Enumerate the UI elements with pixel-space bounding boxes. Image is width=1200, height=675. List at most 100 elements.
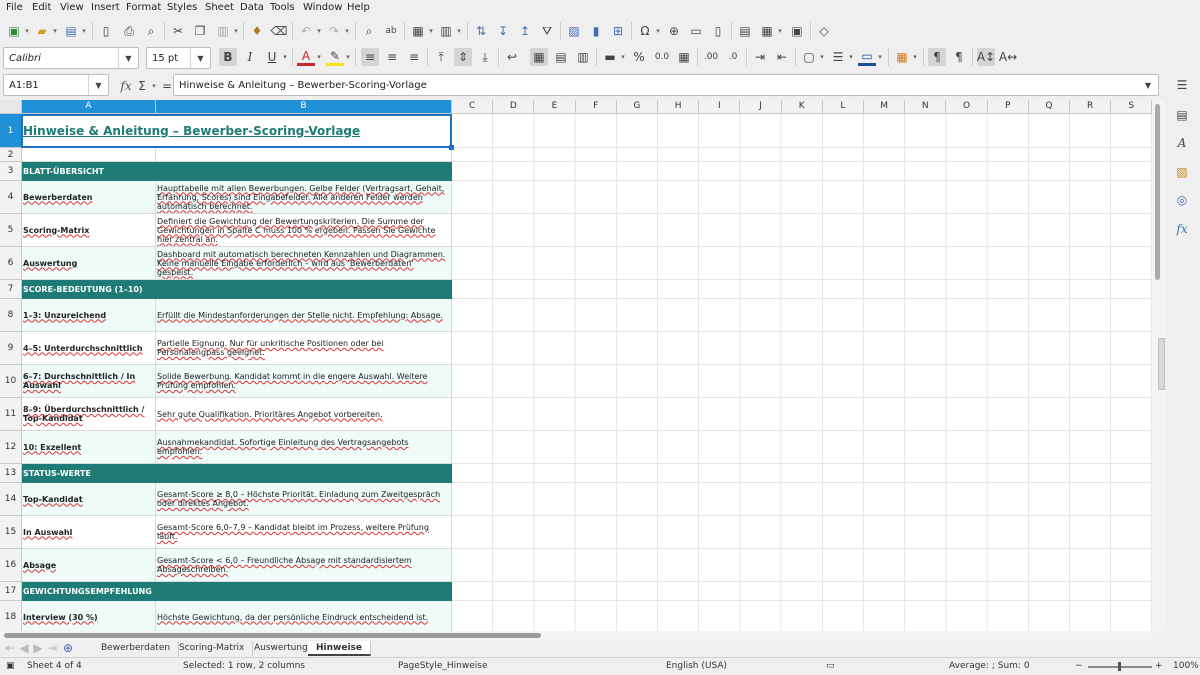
sum-icon[interactable]: Σ <box>133 77 151 95</box>
empty-cells[interactable] <box>452 114 1152 148</box>
column-header-n[interactable]: N <box>905 100 947 114</box>
font-color-icon[interactable]: A <box>297 48 315 66</box>
section-header[interactable]: SCORE-BEDEUTUNG (1–10) <box>22 280 156 299</box>
column-header-e[interactable]: E <box>534 100 576 114</box>
align-bottom-icon[interactable]: ⤓ <box>476 48 494 66</box>
zoom-in-icon[interactable]: + <box>1155 661 1163 671</box>
cell-label[interactable]: In Auswahl <box>22 516 156 549</box>
cell-label[interactable]: 4–5: Unterdurchschnittlich <box>22 332 156 365</box>
headers-footers-icon[interactable]: ▯ <box>709 22 727 40</box>
row-header[interactable]: 6 <box>0 247 22 280</box>
cell-description[interactable] <box>156 148 452 162</box>
increase-indent-icon[interactable]: ⇥ <box>751 48 769 66</box>
language[interactable]: English (USA) <box>666 661 727 671</box>
left-to-right-icon[interactable]: ¶ <box>928 48 946 66</box>
sort-ascending-icon[interactable]: ↧ <box>494 22 512 40</box>
sidebar-menu-icon[interactable]: ☰ <box>1173 76 1191 94</box>
row-header[interactable]: 12 <box>0 431 22 464</box>
menu-window[interactable]: Window <box>303 2 342 13</box>
comment-icon[interactable]: ▭ <box>687 22 705 40</box>
insert-chart-icon[interactable]: ▮ <box>587 22 605 40</box>
empty-cells[interactable] <box>452 148 1152 162</box>
print-icon[interactable]: ⎙ <box>120 22 138 40</box>
empty-cells[interactable] <box>452 365 1152 398</box>
cell-description[interactable] <box>156 464 452 483</box>
freeze-rows-columns-icon[interactable]: ▦ <box>758 22 776 40</box>
show-draw-functions-icon[interactable]: ◇ <box>815 22 833 40</box>
sheet-tab[interactable]: Auswertung <box>246 641 317 656</box>
empty-cells[interactable] <box>452 516 1152 549</box>
column-header-r[interactable]: R <box>1070 100 1112 114</box>
column-header-p[interactable]: P <box>987 100 1029 114</box>
row-header[interactable]: 4 <box>0 181 22 214</box>
paste-icon[interactable]: ▥ <box>214 22 232 40</box>
horizontal-scrollbar[interactable] <box>0 631 1152 640</box>
save-icon[interactable]: ▤ <box>62 22 80 40</box>
zoom-level[interactable]: 100% <box>1173 661 1199 671</box>
number-format-icon[interactable]: 0.0 <box>653 48 671 66</box>
section-header[interactable]: GEWICHTUNGSEMPFEHLUNG <box>22 582 156 601</box>
row-header[interactable]: 1 <box>0 114 22 148</box>
menu-insert[interactable]: Insert <box>91 2 120 13</box>
previous-sheet-icon[interactable]: ◀ <box>18 640 30 656</box>
cell-label[interactable]: Top-Kandidat <box>22 483 156 516</box>
currency-icon[interactable]: ▬ <box>601 48 619 66</box>
column-header-q[interactable]: Q <box>1028 100 1070 114</box>
align-right-icon[interactable]: ≡ <box>405 48 423 66</box>
cell-label[interactable]: Auswertung <box>22 247 156 280</box>
empty-cells[interactable] <box>452 431 1152 464</box>
clone-formatting-icon[interactable]: ♦ <box>248 22 266 40</box>
chevron-down-icon[interactable]: ▼ <box>190 48 210 68</box>
sort-descending-icon[interactable]: ↥ <box>516 22 534 40</box>
row-header[interactable]: 3 <box>0 162 22 181</box>
cell-description[interactable]: Höchste Gewichtung, da der persönliche E… <box>156 601 452 631</box>
row-header[interactable]: 17 <box>0 582 22 601</box>
first-sheet-icon[interactable]: ⇤ <box>4 640 16 656</box>
copy-icon[interactable]: ❐ <box>191 22 209 40</box>
column-header-a[interactable]: A <box>22 100 156 114</box>
menu-view[interactable]: View <box>60 2 84 13</box>
empty-cells[interactable] <box>452 280 1152 299</box>
borders-icon[interactable]: ▢ <box>800 48 818 66</box>
column-header-l[interactable]: L <box>822 100 864 114</box>
font-size-box[interactable]: 15 pt ▼ <box>146 47 211 69</box>
cell-description[interactable]: Definiert die Gewichtung der Bewertungsk… <box>156 214 452 247</box>
split-window-icon[interactable]: ▣ <box>788 22 806 40</box>
conditional-format-icon[interactable]: ▦ <box>893 48 911 66</box>
column-header-b[interactable]: B <box>156 100 452 114</box>
unmerge-cells-icon[interactable]: ▥ <box>574 48 592 66</box>
menu-styles[interactable]: Styles <box>167 2 197 13</box>
row-header[interactable]: 7 <box>0 280 22 299</box>
undo-icon[interactable]: ↶ <box>297 22 315 40</box>
chevron-down-icon[interactable]: ▾ <box>315 22 323 40</box>
chevron-down-icon[interactable]: ▾ <box>51 22 59 40</box>
border-color-icon[interactable]: ▭ <box>858 48 876 66</box>
empty-cells[interactable] <box>452 582 1152 601</box>
add-sheet-icon[interactable]: ⊕ <box>62 640 74 656</box>
border-style-icon[interactable]: ☰ <box>829 48 847 66</box>
add-decimal-place-icon[interactable]: .00 <box>702 48 720 66</box>
navigator-icon[interactable]: ◎ <box>1173 191 1191 209</box>
cell-label[interactable]: Scoring-Matrix <box>22 214 156 247</box>
cell-description[interactable]: Haupttabelle mit allen Bewerbungen. Gelb… <box>156 181 452 214</box>
empty-cells[interactable] <box>452 162 1152 181</box>
cell-description[interactable]: Solide Bewerbung. Kandidat kommt in die … <box>156 365 452 398</box>
chevron-down-icon[interactable]: ▾ <box>150 77 158 95</box>
menu-tools[interactable]: Tools <box>270 2 295 13</box>
define-print-area-icon[interactable]: ▤ <box>736 22 754 40</box>
cell-label[interactable]: 1–3: Unzureichend <box>22 299 156 332</box>
cell-description[interactable]: Sehr gute Qualifikation. Prioritäres Ang… <box>156 398 452 431</box>
column-header-k[interactable]: K <box>781 100 823 114</box>
column-header-o[interactable]: O <box>946 100 988 114</box>
text-direction-vertical-icon[interactable]: A↔ <box>999 48 1017 66</box>
chevron-down-icon[interactable]: ▼ <box>88 75 108 95</box>
selection-mode-icon[interactable]: ▭ <box>826 661 835 671</box>
select-all-corner[interactable] <box>0 100 22 114</box>
sheet-tab[interactable]: Bewerberdaten <box>93 641 180 656</box>
cell-description[interactable]: Dashboard mit automatisch berechneten Ke… <box>156 247 452 280</box>
cell-label[interactable] <box>22 148 156 162</box>
row-header[interactable]: 15 <box>0 516 22 549</box>
chevron-down-icon[interactable]: ▾ <box>654 22 662 40</box>
insert-image-icon[interactable]: ▨ <box>565 22 583 40</box>
delete-decimal-place-icon[interactable]: .0 <box>724 48 742 66</box>
